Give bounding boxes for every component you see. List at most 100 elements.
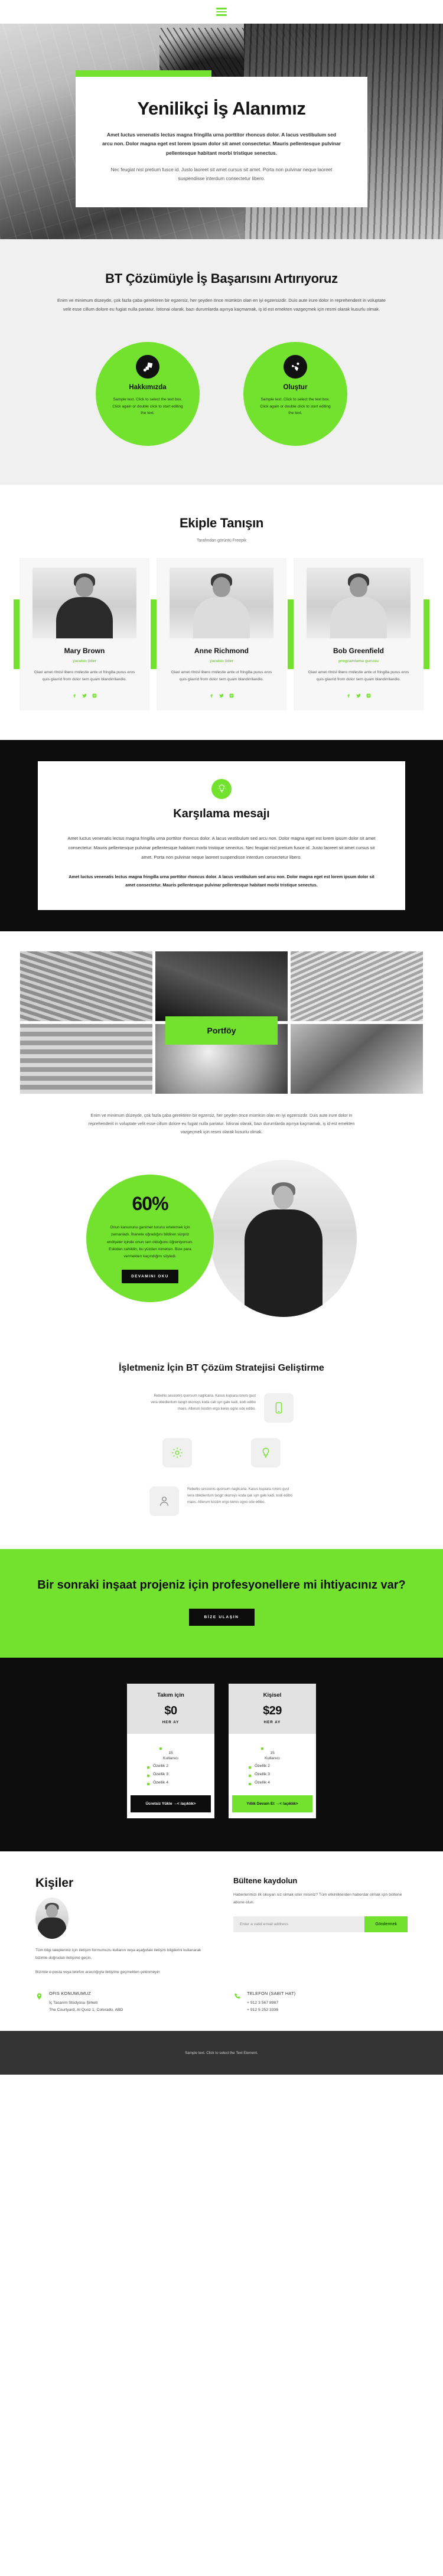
plan-feature: Özellik 3: [127, 1770, 214, 1779]
portfolio-image[interactable]: [291, 951, 423, 1021]
office-label: OFIS KONUMUMUZ: [49, 1990, 91, 1996]
team-member-name: Mary Brown: [64, 647, 105, 656]
plan-feature-label: 15: [270, 1751, 275, 1756]
welcome-paragraph-2: Amet luctus venenatis lectus magna fring…: [69, 873, 374, 888]
solutions-title: BT Çözümüyle İş Başarısını Artırıyoruz: [105, 271, 338, 286]
hero-card: Yenilikçi İş Alanımız Amet luctus venena…: [76, 77, 367, 208]
social-links: [157, 690, 286, 701]
office-line-2: The Courtyard, Al Quoz 1, Colorado, ABD: [49, 2007, 123, 2012]
email-field[interactable]: [233, 1916, 365, 1932]
newsletter-text: Haberlerimizi ilk okuyan siz olmak ister…: [233, 1893, 402, 1905]
newsletter-submit-button[interactable]: Göndermek: [364, 1916, 408, 1932]
phone-line-1[interactable]: + 912 3 567 8987: [247, 2000, 295, 2007]
plan-period: HER AY: [263, 1720, 281, 1725]
welcome-title: Karşılama mesajı: [173, 807, 270, 820]
portfolio-image[interactable]: [20, 951, 152, 1021]
network-icon: [284, 355, 307, 379]
solution-card-text: Sample text. Click to select the text bo…: [260, 397, 331, 416]
page-root: Yenilikçi İş Alanımız Amet luctus venena…: [0, 0, 443, 2075]
team-member-role: programlama gurusu: [338, 659, 379, 664]
stats-section: 60% Onun kanununu ganimet turunu ertelem…: [0, 1136, 443, 1344]
plan-price: $29: [263, 1704, 282, 1718]
read-more-button[interactable]: DEVAMINI OKU: [122, 1270, 178, 1284]
portfolio-section: Portföy Enim ve minimum düzeyde, çok faz…: [0, 931, 443, 1136]
strategy-title: İşletmeniz İçin BT Çözüm Stratejisi Geli…: [119, 1362, 324, 1373]
solution-card-about[interactable]: Hakkımızda Sample text. Click to select …: [96, 342, 200, 446]
plan-feature-list: 15 Kullanıcı Özellik 2 Özellik 3 Özellik…: [229, 1734, 316, 1795]
plan-feature-sublabel: Kullanıcı: [264, 1756, 281, 1761]
phone-line-2[interactable]: + 912 5 252 3336: [247, 2007, 295, 2014]
strategy-section: İşletmeniz İçin BT Çözüm Stratejisi Geli…: [0, 1344, 443, 1550]
site-header: [0, 0, 443, 24]
instagram-icon[interactable]: [92, 690, 97, 701]
portfolio-badge: Portföy: [165, 1016, 278, 1045]
contacts-section: Kişiler Tüm bilgi talepleriniz için ilet…: [0, 1851, 443, 2032]
facebook-icon[interactable]: [209, 690, 214, 701]
plan-price: $0: [164, 1704, 177, 1718]
plan-cta-button[interactable]: Ücretsiz Yükle →< /açıklık>: [131, 1795, 211, 1813]
team-member-name: Bob Greenfield: [333, 647, 384, 656]
solution-card-create[interactable]: Oluştur Sample text. Click to select the…: [243, 342, 347, 446]
social-links: [294, 690, 424, 701]
plan-period: HER AY: [162, 1720, 180, 1725]
portfolio-gallery: Portföy: [0, 951, 443, 1094]
plan-feature: Özellik 3: [229, 1770, 316, 1779]
instagram-icon[interactable]: [229, 690, 234, 701]
instagram-icon[interactable]: [366, 690, 371, 701]
phone-label: TELEFON (SABIT HAT): [247, 1990, 296, 1996]
hero-title: Yenilikçi İş Alanımız: [137, 98, 306, 119]
stats-wrapper: 60% Onun kanununu ganimet turunu ertelem…: [0, 1159, 443, 1317]
contacts-wrapper: Kişiler Tüm bilgi talepleriniz için ilet…: [0, 1876, 443, 1977]
hero-section: Yenilikçi İş Alanımız Amet luctus venena…: [0, 24, 443, 239]
gear-icon: [162, 1438, 192, 1468]
cta-section: Bir sonraki inşaat projeniz için profesy…: [0, 1549, 443, 1658]
team-section: Ekiple Tanışın Tarafından görüntü Freepi…: [0, 485, 443, 740]
facebook-icon[interactable]: [72, 690, 77, 701]
plan-feature: 15 Kullanıcı: [127, 1743, 214, 1762]
plan-footer: Yıllık Devam Et →< /açıklık>: [229, 1795, 316, 1818]
welcome-section: Karşılama mesajı Amet luctus venenatis l…: [0, 739, 443, 931]
solution-card-title: Oluştur: [283, 384, 308, 392]
welcome-paragraph-1: Amet luctus venenatis lectus magna fring…: [67, 835, 376, 860]
stat-circle: 60% Onun kanununu ganimet turunu ertelem…: [86, 1174, 214, 1302]
team-member-card[interactable]: Mary Brown yaratıcı lider Glavi amet rit…: [14, 558, 149, 710]
facebook-icon[interactable]: [346, 690, 351, 701]
plan-name: Kişisel: [263, 1692, 282, 1699]
location-pin-icon: [37, 1993, 42, 2000]
avatar: [32, 568, 136, 639]
strategy-row-3: Rebellio sessionis quorsum naglicaria. K…: [0, 1486, 443, 1517]
plan-feature: Özellik 2: [229, 1762, 316, 1770]
portfolio-image[interactable]: [291, 1023, 423, 1094]
plan-cta-button[interactable]: Yıllık Devam Et →< /açıklık>: [232, 1795, 312, 1813]
office-line-1: İç Tasarım Stüdyosu Şirketi: [49, 2000, 98, 2005]
pricing-card-team: Takım için $0 HER AY 15 Kullanıcı Özelli…: [127, 1684, 214, 1819]
contacts-paragraph-1: Tüm bilgi talepleriniz için iletişim for…: [35, 1948, 201, 1960]
team-member-card[interactable]: Bob Greenfield programlama gurusu Glavi …: [288, 558, 429, 710]
twitter-icon[interactable]: [356, 690, 361, 701]
contact-info-row: OFIS KONUMUMUZ İç Tasarım Stüdyosu Şirke…: [0, 1977, 443, 2014]
plan-feature-list: 15 Kullanıcı Özellik 2 Özellik 3 Özellik…: [127, 1734, 214, 1795]
twitter-icon[interactable]: [219, 690, 224, 701]
avatar: [170, 568, 273, 639]
contact-us-button[interactable]: BİZE ULAŞIN: [188, 1609, 255, 1626]
team-cards: Mary Brown yaratıcı lider Glavi amet rit…: [0, 558, 443, 710]
team-title: Ekiple Tanışın: [179, 516, 264, 531]
solutions-cards: Hakkımızda Sample text. Click to select …: [0, 342, 443, 446]
stat-number: 60%: [132, 1193, 168, 1215]
twitter-icon[interactable]: [82, 690, 87, 701]
avatar: [307, 568, 411, 639]
welcome-card: Karşılama mesajı Amet luctus venenatis l…: [38, 761, 405, 910]
portfolio-image[interactable]: [20, 1023, 152, 1094]
plan-name: Takım için: [157, 1692, 184, 1699]
newsletter-title: Bültene kaydolun: [233, 1876, 298, 1886]
plan-feature: 15 Kullanıcı: [229, 1743, 316, 1762]
team-member-card[interactable]: Anne Richmond yaratıcı lider Glavi amet …: [151, 558, 286, 710]
portfolio-image[interactable]: [155, 951, 288, 1021]
stat-text: Onun kanununu ganimet turunu ertelemek i…: [107, 1225, 193, 1258]
hero-paragraph-1: Amet luctus venenatis lectus magna fring…: [102, 131, 341, 156]
plan-feature: Özellik 4: [127, 1779, 214, 1787]
hamburger-menu-icon[interactable]: [216, 8, 227, 16]
plan-feature: Özellik 2: [127, 1762, 214, 1770]
team-member-name: Anne Richmond: [194, 647, 249, 656]
team-member-role: yaratıcı lider: [209, 659, 234, 664]
